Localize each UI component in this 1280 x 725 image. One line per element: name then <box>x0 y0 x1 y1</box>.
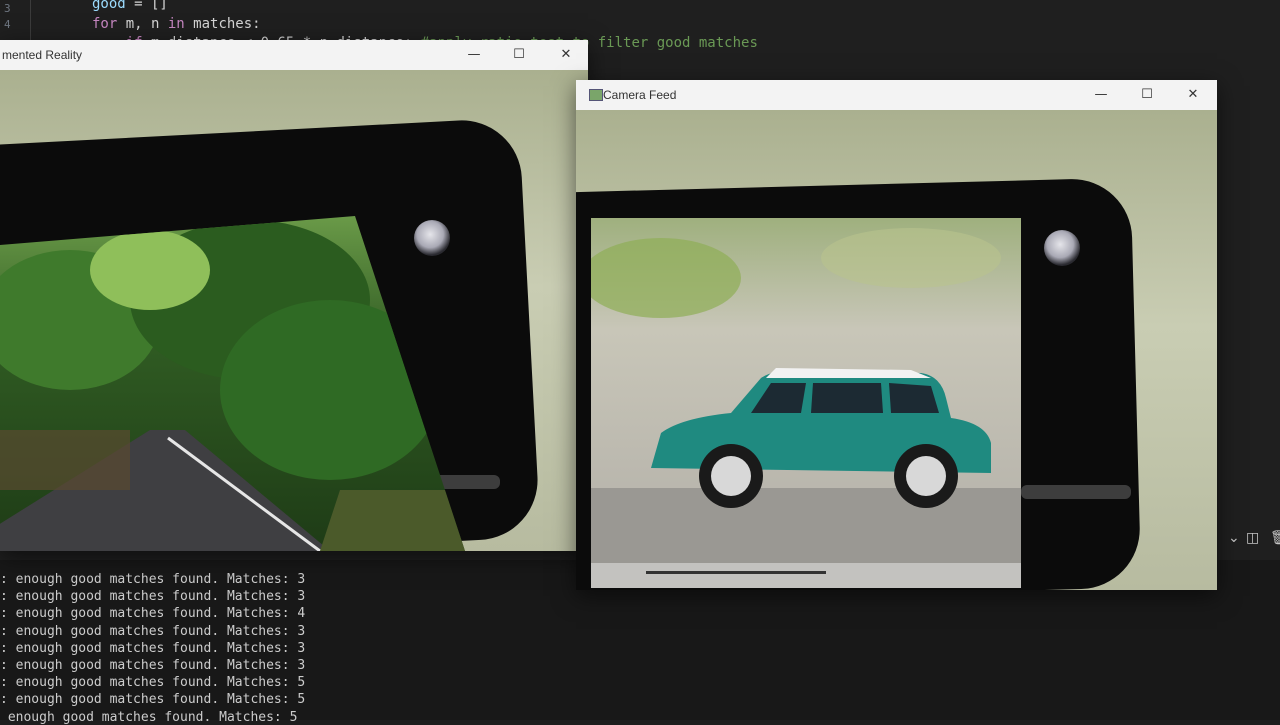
window-title: mented Reality <box>2 48 83 62</box>
car-image-on-tablet <box>591 218 1021 588</box>
trash-icon[interactable]: 🗑 <box>1270 530 1280 546</box>
window-title: Camera Feed <box>603 88 677 102</box>
terminal-line: : enough good matches found. Matches: 3 <box>0 658 306 673</box>
tablet-edge-highlight <box>1021 485 1131 499</box>
tablet-home-indicator <box>646 571 826 574</box>
app-icon <box>589 89 603 101</box>
maximize-button[interactable]: ☐ <box>1133 84 1161 106</box>
camera-window-titlebar[interactable]: Camera Feed — ☐ ✕ <box>576 80 1217 110</box>
close-button[interactable]: ✕ <box>1179 84 1207 106</box>
terminal-line: : enough good matches found. Matches: 3 <box>0 623 306 639</box>
terminal-line: : enough good matches found. Matches: 3 <box>0 589 306 605</box>
minimize-button[interactable]: — <box>1087 84 1115 106</box>
ar-video-feed <box>0 70 588 551</box>
camera-feed-window[interactable]: Camera Feed — ☐ ✕ <box>576 80 1217 590</box>
code-token: = [] <box>125 0 168 12</box>
chevron-down-icon[interactable]: ⌄ <box>1228 530 1240 546</box>
minimize-button[interactable]: — <box>460 44 488 66</box>
terminal-line: : enough good matches found. Matches: 4 <box>0 606 306 622</box>
code-token: matches: <box>184 15 261 32</box>
code-token: for <box>92 15 118 32</box>
code-line: good = [] <box>92 0 168 12</box>
line-number: 4 <box>4 18 11 31</box>
terminal-line: enough good matches found. Matches: 5 <box>0 709 298 725</box>
close-button[interactable]: ✕ <box>552 44 580 66</box>
maximize-button[interactable]: ☐ <box>505 44 533 66</box>
split-terminal-icon[interactable]: ◫ <box>1246 530 1259 546</box>
code-line: for m, n in matches: <box>92 16 261 32</box>
code-token: in <box>167 15 185 32</box>
code-token: good <box>92 0 126 12</box>
code-token: m, n <box>117 15 168 32</box>
camera-video-feed <box>576 110 1217 590</box>
terminal-line: : enough good matches found. Matches: 5 <box>0 692 306 708</box>
ar-window-titlebar[interactable]: mented Reality — ☐ ✕ <box>0 40 588 70</box>
terminal-line: : enough good matches found. Matches: 3 <box>0 572 306 587</box>
terminal-line: : enough good matches found. Matches: 5 <box>0 675 306 691</box>
line-number: 3 <box>4 2 11 15</box>
forest-road-overlay <box>0 216 465 551</box>
augmented-reality-window[interactable]: mented Reality — ☐ ✕ <box>0 40 588 551</box>
terminal-line: : enough good matches found. Matches: 3 <box>0 640 306 656</box>
tablet-camera-icon <box>1044 230 1080 266</box>
